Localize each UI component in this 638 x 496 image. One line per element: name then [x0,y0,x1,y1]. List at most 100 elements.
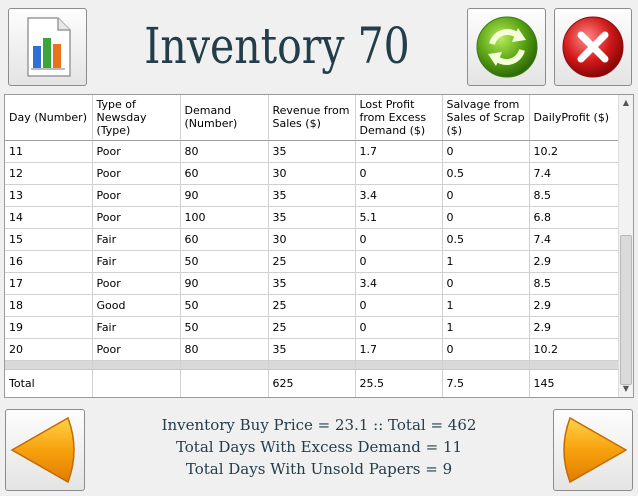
total-cell: 7.5 [442,369,530,397]
table-row[interactable]: 11 Poor 80 35 1.7 0 10.2 [5,140,620,163]
table-cell: 1.7 [355,338,443,361]
summary-panel: Inventory Buy Price = 23.1 :: Total = 46… [96,414,542,480]
table-row[interactable]: 12 Poor 60 30 0 0.5 7.4 [5,162,620,185]
table-cell: 12 [5,162,93,185]
table-cell: 25 [268,250,356,273]
table-cell: Good [92,294,181,317]
table-cell: 2.9 [529,316,620,339]
refresh-button[interactable] [467,8,546,86]
table-row[interactable]: 16 Fair 50 25 0 1 2.9 [5,250,620,273]
inventory-grid: Day (Number) Type of Newsday (Type) Dema… [4,94,634,398]
arrow-right-icon [563,416,628,484]
table-cell: Fair [92,228,181,251]
top-toolbar: Inventory 70 [0,0,638,92]
chart-button[interactable] [8,8,87,86]
next-button[interactable] [553,409,633,491]
separator-cell [442,360,530,370]
scrollbar-thumb[interactable] [620,235,632,385]
table-row[interactable]: 15 Fair 60 30 0 0.5 7.4 [5,228,620,251]
table-row[interactable]: 17 Poor 90 35 3.4 0 8.5 [5,272,620,295]
table-cell: 0.5 [442,228,530,251]
table-row[interactable]: 13 Poor 90 35 3.4 0 8.5 [5,184,620,207]
total-cell: 145 [529,369,620,397]
table-cell: Poor [92,206,181,229]
page-title: Inventory 70 [144,17,410,75]
table-cell: Poor [92,140,181,163]
table-cell: 50 [180,250,269,273]
table-cell: 0 [355,294,443,317]
vertical-scrollbar[interactable]: ▲ ▼ [618,95,633,397]
table-row[interactable]: 18 Good 50 25 0 1 2.9 [5,294,620,317]
table-cell: 90 [180,272,269,295]
column-header[interactable]: Lost Profit from Excess Demand ($) [355,95,443,141]
scroll-down-icon[interactable]: ▼ [621,382,631,396]
table-cell: 0.5 [442,162,530,185]
table-cell: Fair [92,316,181,339]
table-cell: 14 [5,206,93,229]
table-cell: 25 [268,294,356,317]
table-cell: 2.9 [529,294,620,317]
table-cell: 0 [442,184,530,207]
column-header[interactable]: Day (Number) [5,95,93,141]
table-cell: 16 [5,250,93,273]
table-cell: 19 [5,316,93,339]
close-button[interactable] [554,8,632,86]
table-cell: 35 [268,206,356,229]
previous-button[interactable] [5,409,85,491]
column-header[interactable]: DailyProfit ($) [529,95,620,141]
table-cell: 60 [180,228,269,251]
column-header[interactable]: Salvage from Sales of Scrap ($) [442,95,530,141]
total-cell [180,369,269,397]
table-total-row[interactable]: Total 625 25.5 7.5 145 [5,369,620,397]
table-cell: 3.4 [355,272,443,295]
total-cell: 625 [268,369,356,397]
refresh-arrows-icon [476,16,537,78]
bar-chart-document-icon [26,17,71,77]
inventory-table: Day (Number) Type of Newsday (Type) Dema… [5,95,620,397]
summary-buy-price: Inventory Buy Price = 23.1 :: Total = 46… [161,416,477,434]
scroll-up-icon[interactable]: ▲ [621,96,631,110]
separator-cell [180,360,269,370]
table-cell: 0 [355,316,443,339]
total-cell: Total [5,369,93,397]
column-header[interactable]: Revenue from Sales ($) [268,95,356,141]
table-row[interactable]: 19 Fair 50 25 0 1 2.9 [5,316,620,339]
table-cell: 60 [180,162,269,185]
table-row[interactable]: 20 Poor 80 35 1.7 0 10.2 [5,338,620,361]
table-cell: 6.8 [529,206,620,229]
table-header-row: Day (Number) Type of Newsday (Type) Dema… [5,95,620,141]
summary-unsold-papers: Total Days With Unsold Papers = 9 [185,460,453,478]
separator-cell [355,360,443,370]
table-cell: 100 [180,206,269,229]
table-cell: 30 [268,162,356,185]
table-cell: Poor [92,184,181,207]
table-cell: Poor [92,272,181,295]
table-cell: 0 [355,228,443,251]
table-cell: 11 [5,140,93,163]
table-separator-row [5,360,620,370]
table-cell: 25 [268,316,356,339]
arrow-left-icon [10,416,75,484]
table-cell: 7.4 [529,162,620,185]
table-cell: 1 [442,316,530,339]
table-cell: 1.7 [355,140,443,163]
table-cell: 8.5 [529,184,620,207]
table-cell: 1 [442,294,530,317]
table-cell: 17 [5,272,93,295]
separator-cell [529,360,620,370]
column-header[interactable]: Demand (Number) [180,95,269,141]
table-cell: 0 [442,140,530,163]
table-row[interactable]: 14 Poor 100 35 5.1 0 6.8 [5,206,620,229]
column-header[interactable]: Type of Newsday (Type) [92,95,181,141]
table-cell: 10.2 [529,140,620,163]
table-cell: 20 [5,338,93,361]
close-x-icon [562,16,624,78]
separator-cell [92,360,181,370]
table-cell: 0 [355,162,443,185]
table-cell: 35 [268,272,356,295]
table-cell: 1 [442,250,530,273]
bottom-bar: Inventory Buy Price = 23.1 :: Total = 46… [0,400,638,496]
table-cell: 50 [180,316,269,339]
table-cell: 0 [442,338,530,361]
table-cell: Poor [92,162,181,185]
